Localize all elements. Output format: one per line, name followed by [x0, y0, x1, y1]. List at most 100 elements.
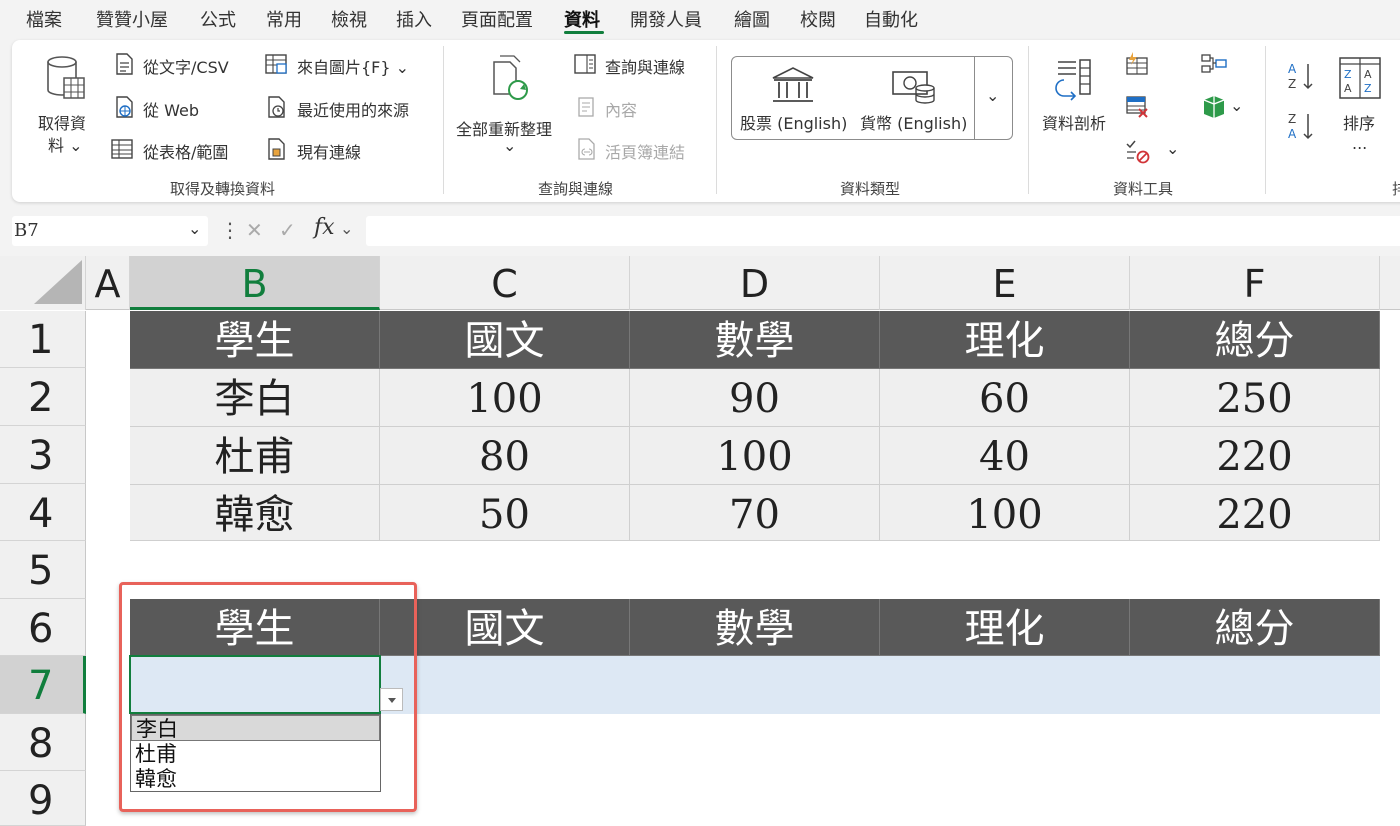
data-model-chevron[interactable]: ⌄ — [1230, 96, 1243, 115]
input-row-cells[interactable] — [380, 656, 1380, 714]
database-icon[interactable] — [44, 54, 88, 104]
table-cell[interactable]: 李白 — [130, 369, 380, 427]
sort-a-to-z-icon[interactable]: A Z — [1286, 60, 1316, 92]
data-model-icon[interactable] — [1200, 94, 1228, 120]
data-validation-icon[interactable] — [1124, 138, 1150, 164]
table-cell[interactable]: 90 — [630, 369, 880, 427]
from-web-button[interactable]: 從 Web — [143, 97, 199, 121]
from-text-csv-button[interactable]: 從文字/CSV — [143, 54, 229, 78]
row-header-7[interactable]: 7 — [0, 656, 86, 714]
text-to-columns-icon[interactable] — [1050, 56, 1098, 104]
bank-icon[interactable] — [770, 66, 816, 106]
table-cell[interactable]: 60 — [880, 369, 1130, 427]
insert-function-icon[interactable]: fx — [314, 215, 335, 240]
cancel-icon[interactable]: ✕ — [246, 218, 263, 242]
table2-header-cell[interactable]: 國文 — [380, 599, 630, 656]
table-cell[interactable]: 220 — [1130, 485, 1380, 541]
tab-insert[interactable]: 插入 — [396, 6, 432, 32]
get-data-label-2[interactable]: 料 ⌄ — [48, 132, 83, 156]
get-data-label[interactable]: 取得資 — [38, 110, 86, 134]
flash-fill-icon[interactable] — [1124, 52, 1150, 76]
more-options-icon[interactable]: ⋮ — [220, 218, 240, 242]
refresh-all-chevron[interactable]: ⌄ — [503, 136, 516, 155]
name-box[interactable] — [12, 216, 208, 246]
row-header-8[interactable]: 8 — [0, 714, 86, 771]
table1-header-cell[interactable]: 數學 — [630, 311, 880, 369]
tab-page-layout[interactable]: 頁面配置 — [461, 6, 533, 32]
row-header-2[interactable]: 2 — [0, 368, 86, 426]
column-header-a[interactable]: A — [86, 256, 130, 310]
table-cell[interactable]: 杜甫 — [130, 427, 380, 485]
table-cell[interactable]: 韓愈 — [130, 485, 380, 541]
table-cell[interactable]: 250 — [1130, 369, 1380, 427]
table1-header-cell[interactable]: 學生 — [130, 311, 380, 369]
table-cell[interactable]: 100 — [380, 369, 630, 427]
tab-review[interactable]: 校閱 — [800, 6, 836, 32]
edit-links-button[interactable]: 活頁簿連結 — [605, 139, 685, 163]
from-picture-button[interactable]: 來自圖片{F} ⌄ — [297, 54, 409, 78]
tab-formulas[interactable]: 公式 — [200, 6, 236, 32]
tab-view[interactable]: 檢視 — [331, 6, 367, 32]
column-header-d[interactable]: D — [630, 256, 880, 310]
table-cell[interactable]: 50 — [380, 485, 630, 541]
tab-developer[interactable]: 開發人員 — [630, 6, 702, 32]
row-header-5[interactable]: 5 — [0, 541, 86, 599]
tab-data[interactable]: 資料 — [564, 6, 600, 32]
row-header-6[interactable]: 6 — [0, 599, 86, 656]
table2-header-cell[interactable]: 數學 — [630, 599, 880, 656]
currencies-button[interactable]: 貨幣 (English) — [860, 110, 967, 134]
table-cell[interactable]: 40 — [880, 427, 1130, 485]
consolidate-icon[interactable] — [1200, 52, 1228, 76]
name-box-chevron-icon[interactable]: ⌄ — [188, 219, 201, 238]
dropdown-option[interactable]: 韓愈 — [131, 766, 380, 792]
sort-z-to-a-icon[interactable]: Z A — [1286, 110, 1316, 142]
fx-chevron-icon[interactable]: ⌄ — [340, 219, 353, 238]
sort-dialog-icon[interactable]: Z A A Z — [1338, 56, 1382, 100]
table2-header-cell[interactable]: 學生 — [130, 599, 380, 656]
text-to-columns-button[interactable]: 資料剖析 — [1042, 110, 1106, 134]
existing-connections-button[interactable]: 現有連線 — [297, 139, 361, 163]
table-cell[interactable]: 80 — [380, 427, 630, 485]
enter-check-icon[interactable]: ✓ — [279, 218, 296, 242]
table-cell[interactable]: 100 — [880, 485, 1130, 541]
table-cell[interactable]: 100 — [630, 427, 880, 485]
active-cell-b7[interactable] — [129, 655, 381, 714]
data-types-more-chevron[interactable]: ⌄ — [986, 86, 999, 105]
table1-header-cell[interactable]: 國文 — [380, 311, 630, 369]
table1-header-cell[interactable]: 總分 — [1130, 311, 1380, 369]
tab-automate[interactable]: 自動化 — [864, 6, 918, 32]
formula-input[interactable] — [366, 216, 1400, 246]
dropdown-arrow-button[interactable] — [380, 688, 403, 711]
table-cell[interactable]: 70 — [630, 485, 880, 541]
row-header-1[interactable]: 1 — [0, 311, 86, 368]
tab-home[interactable]: 常用 — [266, 6, 302, 32]
column-header-b[interactable]: B — [130, 256, 380, 310]
column-header-e[interactable]: E — [880, 256, 1130, 310]
properties-button[interactable]: 內容 — [605, 97, 637, 121]
table2-header-cell[interactable]: 總分 — [1130, 599, 1380, 656]
dropdown-option[interactable]: 杜甫 — [131, 741, 380, 767]
tab-draw[interactable]: 繪圖 — [734, 6, 770, 32]
recent-sources-button[interactable]: 最近使用的來源 — [297, 97, 409, 121]
name-box-value[interactable]: B7 — [14, 220, 39, 241]
column-header-f[interactable]: F — [1130, 256, 1380, 310]
remove-duplicates-icon[interactable] — [1124, 94, 1150, 120]
tab-zanzan[interactable]: 贊贊小屋 — [96, 6, 168, 32]
table2-header-cell[interactable]: 理化 — [880, 599, 1130, 656]
column-header-c[interactable]: C — [380, 256, 630, 310]
queries-connections-button[interactable]: 查詢與連線 — [605, 54, 685, 78]
select-all-corner[interactable] — [0, 256, 86, 310]
refresh-all-icon[interactable] — [488, 54, 532, 104]
from-table-range-button[interactable]: 從表格/範圍 — [143, 139, 228, 163]
row-header-9[interactable]: 9 — [0, 771, 86, 826]
table1-header-cell[interactable]: 理化 — [880, 311, 1130, 369]
currency-icon[interactable] — [890, 66, 938, 106]
row-header-3[interactable]: 3 — [0, 426, 86, 484]
dropdown-option[interactable]: 李白 — [131, 715, 380, 741]
sort-button[interactable]: 排序 — [1343, 110, 1375, 134]
stocks-button[interactable]: 股票 (English) — [740, 110, 847, 134]
tab-file[interactable]: 檔案 — [26, 6, 62, 32]
row-header-4[interactable]: 4 — [0, 484, 86, 541]
table-cell[interactable]: 220 — [1130, 427, 1380, 485]
data-validation-chevron[interactable]: ⌄ — [1166, 139, 1179, 158]
